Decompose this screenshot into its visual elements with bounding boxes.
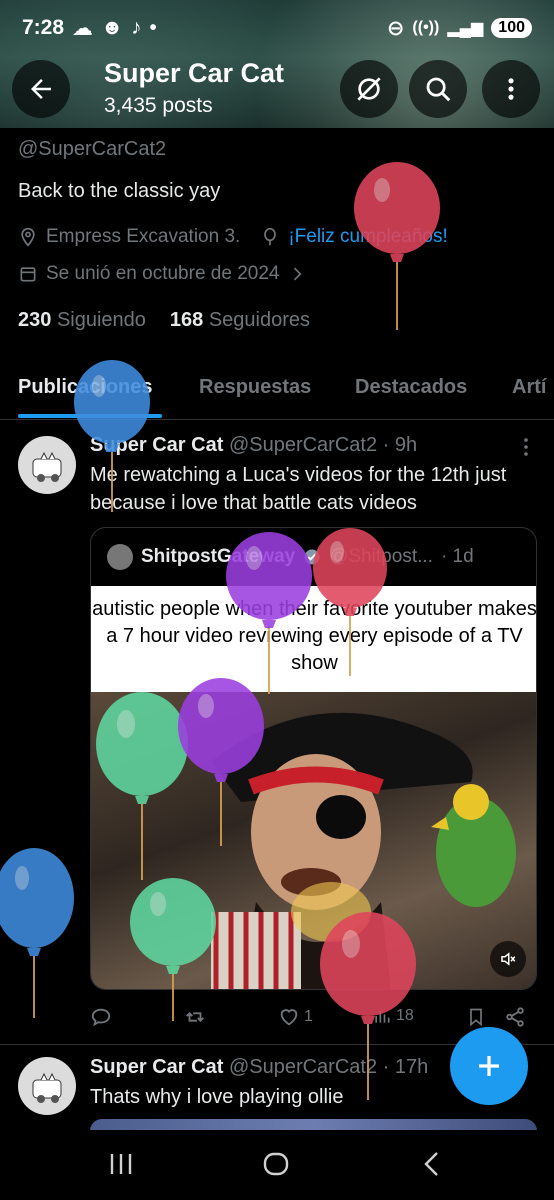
balloon-decoration [320,912,416,1100]
chevron-right-icon [294,267,302,281]
share-button[interactable] [504,1006,526,1028]
search-button[interactable] [409,60,467,118]
back-button[interactable] [12,60,70,118]
balloon-decoration [130,878,216,1021]
avatar[interactable] [18,436,76,494]
balloon-decoration [354,162,440,330]
nav-home-icon[interactable] [262,1150,290,1178]
profile-joined: Se unió en octubre de 2024 [46,263,280,284]
compose-button[interactable] [450,1027,528,1105]
tab-articles[interactable]: Artí [512,376,546,399]
mute-button[interactable] [490,941,526,977]
bookmark-button[interactable] [466,1006,486,1028]
dot-icon: • [149,16,157,39]
cat-avatar-icon [32,451,62,482]
profile-location: Empress Excavation 3. [46,226,241,247]
search-icon [426,77,451,102]
profile-handle: @SuperCarCat2 [18,138,167,160]
header-post-count: 3,435 posts [104,94,213,117]
avatar[interactable] [18,1057,76,1115]
cloud-icon: ☁ [72,16,94,40]
quoted-time: · 1d [440,546,474,567]
balloon-decoration [0,848,74,1018]
profile-bio: Back to the classic yay [18,180,221,202]
more-button[interactable] [482,60,540,118]
tiktok-icon: ♪ [131,16,142,39]
like-count: 1 [304,1008,313,1025]
location-icon [21,227,35,247]
calendar-icon [20,267,36,282]
system-nav-bar [0,1130,554,1200]
notification-icon: ☻ [101,16,124,39]
follow-stats: 230 Siguiendo 168 Seguidores [18,309,310,332]
hide-icon [357,77,381,101]
mute-icon [501,952,516,966]
profile-joined-row[interactable]: Se unió en octubre de 2024 [18,263,307,285]
balloon-decoration [178,678,264,846]
signal-icon: ▂▄▆ [447,20,484,37]
reply-button[interactable] [90,1006,112,1028]
followers-label: Seguidores [208,309,311,331]
share-icon [506,1007,524,1027]
battery-indicator: 100 [491,18,532,38]
following-link[interactable]: 230 Siguiendo [18,309,146,332]
followers-link[interactable]: 168 Seguidores [170,309,310,332]
cat-avatar-icon [32,1072,62,1103]
followers-count: 168 [169,309,204,331]
wifi-icon: ((•)) [412,19,440,36]
quoted-avatar [107,544,133,570]
following-count: 230 [18,309,52,331]
header-title: Super Car Cat [104,58,285,88]
back-arrow-icon [31,79,51,99]
balloon-decoration [74,360,150,512]
tweet-author-handle: @SuperCarCat2 · 9h [228,434,418,456]
tweet-text: Me rewatching a Luca's videos for the 12… [90,464,507,514]
tab-highlights[interactable]: Destacados [355,376,467,399]
balloon-decoration [226,532,312,694]
like-icon [280,1009,298,1026]
plus-icon [479,1056,499,1076]
reply-icon [91,1008,111,1027]
balloon-decoration [313,528,387,676]
like-button[interactable]: 1 [278,1006,313,1028]
hide-button[interactable] [340,60,398,118]
dnd-icon: ⊖ [386,16,405,40]
nav-back-icon[interactable] [420,1150,444,1178]
following-label: Siguiendo [56,309,146,331]
tweet-author-name[interactable]: Super Car Cat [90,1056,223,1078]
balloon-icon [264,227,277,246]
status-time: 7:28 [22,16,65,39]
more-icon [508,78,514,100]
tweet-more-icon[interactable] [514,434,538,460]
bookmark-icon [470,1008,482,1027]
status-bar: 7:28 ☁ ☻ ♪ • ⊖ ((•)) ▂▄▆ 100 [0,0,554,56]
profile-header: Super Car Cat 3,435 posts [0,56,554,122]
nav-recents-icon[interactable] [108,1150,134,1178]
tab-replies[interactable]: Respuestas [199,376,311,399]
